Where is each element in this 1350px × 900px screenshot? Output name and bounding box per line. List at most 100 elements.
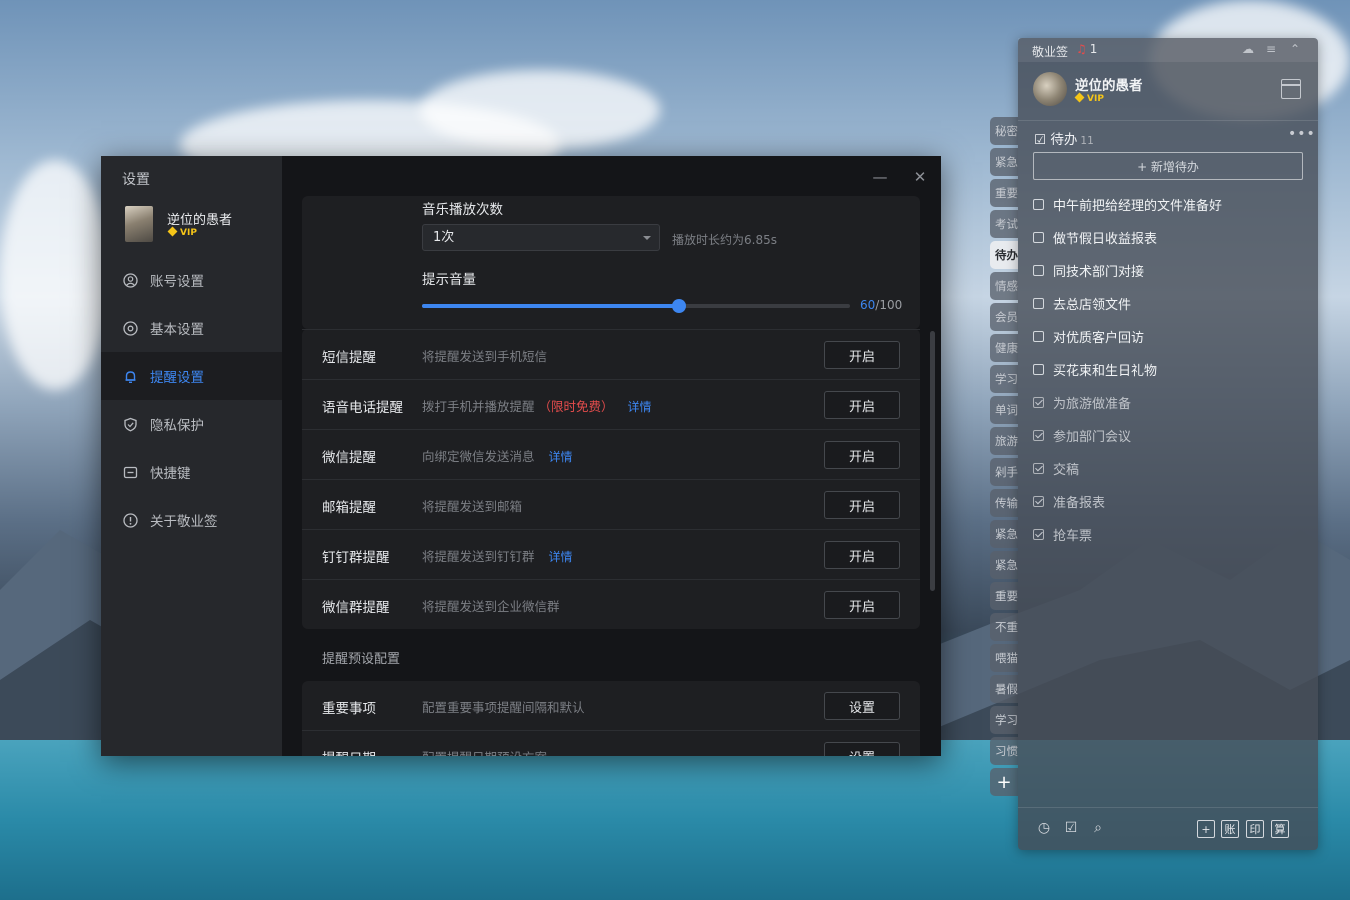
bell-icon	[123, 369, 138, 384]
category-tab[interactable]: 紧急	[990, 520, 1018, 548]
bell-icon: ♫	[1076, 42, 1087, 56]
nav-label: 隐私保护	[150, 418, 204, 434]
row-title: 邮箱提醒	[322, 500, 376, 516]
detail-link[interactable]: 详情	[628, 400, 652, 414]
row-title: 微信提醒	[322, 450, 376, 466]
checkbox[interactable]	[1033, 364, 1044, 375]
todo-item[interactable]: 中午前把给经理的文件准备好	[1033, 188, 1313, 221]
category-tab[interactable]: 学习	[990, 706, 1018, 734]
todo-text: 同技术部门对接	[1053, 265, 1145, 280]
keyboard-icon	[123, 465, 138, 480]
volume-slider[interactable]	[422, 299, 850, 313]
category-tab[interactable]: 会员	[990, 303, 1018, 331]
calendar-icon[interactable]	[1281, 79, 1301, 99]
play-count-select[interactable]: 1次	[422, 224, 660, 251]
todo-item[interactable]: 去总店领文件	[1033, 287, 1313, 320]
todo-item[interactable]: 准备报表	[1033, 485, 1313, 518]
nav-item-reminder[interactable]: 提醒设置	[101, 352, 282, 400]
notification-indicator[interactable]: ♫ 1	[1076, 42, 1097, 56]
scrollbar[interactable]	[930, 331, 935, 591]
print-button[interactable]: 印	[1246, 820, 1264, 838]
enable-email-button[interactable]: 开启	[824, 491, 900, 519]
calculator-button[interactable]: 算	[1271, 820, 1289, 838]
nav-item-shortcuts[interactable]: 快捷键	[101, 448, 282, 496]
checkbox[interactable]	[1033, 199, 1044, 210]
widget-title-bar: 敬业签 ♫ 1 ☁ ≡ ⌃	[1018, 38, 1318, 62]
add-todo-button[interactable]: + 新增待办	[1033, 152, 1303, 180]
collapse-icon[interactable]: ⌃	[1290, 42, 1300, 56]
ledger-button[interactable]: 账	[1221, 820, 1239, 838]
category-tab[interactable]: 健康	[990, 334, 1018, 362]
avatar	[125, 206, 153, 242]
gear-icon	[123, 320, 138, 336]
category-tab[interactable]: 紧急	[990, 148, 1018, 176]
todo-item[interactable]: 同技术部门对接	[1033, 254, 1313, 287]
avatar[interactable]	[1033, 72, 1067, 106]
category-tab[interactable]: 重要	[990, 179, 1018, 207]
checkbox[interactable]	[1033, 232, 1044, 243]
checkbox[interactable]	[1033, 298, 1044, 309]
minimize-button[interactable]: —	[869, 166, 891, 188]
category-tab[interactable]: 暑假	[990, 675, 1018, 703]
calendar-check-icon[interactable]: ☑	[1063, 820, 1079, 836]
reminder-list: 短信提醒 将提醒发送到手机短信 开启 语音电话提醒 拨打手机并播放提醒 （限时免费…	[302, 329, 920, 629]
reminder-row-wechat-group: 微信群提醒 将提醒发送到企业微信群 开启	[302, 579, 920, 629]
category-tab[interactable]: 剁手	[990, 458, 1018, 486]
cloud-sync-icon[interactable]: ☁	[1242, 42, 1254, 56]
category-tab[interactable]: 考试	[990, 210, 1018, 238]
todo-item[interactable]: 为旅游做准备	[1033, 386, 1313, 419]
enable-wechat-button[interactable]: 开启	[824, 441, 900, 469]
category-tab[interactable]: 待办	[990, 241, 1018, 269]
category-tab[interactable]: 单词	[990, 396, 1018, 424]
volume-label: 提示音量	[422, 272, 476, 288]
user-profile[interactable]: 逆位的愚者 VIP	[125, 206, 275, 244]
username: 逆位的愚者	[1075, 78, 1143, 94]
category-tab[interactable]: 秘密	[990, 117, 1018, 145]
nav-item-privacy[interactable]: 隐私保护	[101, 400, 282, 448]
category-tab[interactable]: 旅游	[990, 427, 1018, 455]
checkbox[interactable]	[1033, 463, 1044, 474]
checkbox[interactable]	[1033, 331, 1044, 342]
enable-dingtalk-button[interactable]: 开启	[824, 541, 900, 569]
category-tab[interactable]: 习惯	[990, 737, 1018, 765]
category-tab[interactable]: 传输	[990, 489, 1018, 517]
nav-item-account[interactable]: 账号设置	[101, 256, 282, 304]
category-tab[interactable]: 紧急	[990, 551, 1018, 579]
todo-item[interactable]: 买花束和生日礼物	[1033, 353, 1313, 386]
category-tab[interactable]: 不重	[990, 613, 1018, 641]
add-category-button[interactable]: +	[990, 768, 1018, 796]
checkbox[interactable]	[1033, 397, 1044, 408]
checkbox[interactable]	[1033, 529, 1044, 540]
category-tab[interactable]: 学习	[990, 365, 1018, 393]
todo-item[interactable]: 做节假日收益报表	[1033, 221, 1313, 254]
clock-icon[interactable]: ◷	[1036, 820, 1052, 836]
detail-link[interactable]: 详情	[549, 550, 573, 564]
enable-wechat-group-button[interactable]: 开启	[824, 591, 900, 619]
category-tab[interactable]: 喂猫	[990, 644, 1018, 672]
close-button[interactable]: ✕	[909, 166, 931, 188]
add-button[interactable]: +	[1197, 820, 1215, 838]
todo-text: 准备报表	[1053, 496, 1106, 511]
preset-important-button[interactable]: 设置	[824, 692, 900, 720]
checkbox[interactable]	[1033, 496, 1044, 507]
nav-item-about[interactable]: 关于敬业签	[101, 496, 282, 544]
todo-item[interactable]: 交稿	[1033, 452, 1313, 485]
more-options-icon[interactable]: •••	[1288, 126, 1316, 142]
preset-date-button[interactable]: 设置	[824, 742, 900, 756]
enable-voice-button[interactable]: 开启	[824, 391, 900, 419]
menu-icon[interactable]: ≡	[1266, 42, 1276, 56]
category-tab[interactable]: 重要	[990, 582, 1018, 610]
row-desc: 将提醒发送到手机短信	[422, 349, 548, 364]
checkbox[interactable]	[1033, 430, 1044, 441]
search-icon[interactable]: ⌕	[1090, 820, 1106, 836]
checkbox[interactable]	[1033, 265, 1044, 276]
volume-slider-thumb[interactable]	[671, 299, 686, 313]
detail-link[interactable]: 详情	[549, 450, 573, 464]
todo-text: 交稿	[1053, 463, 1080, 478]
todo-item[interactable]: 参加部门会议	[1033, 419, 1313, 452]
enable-sms-button[interactable]: 开启	[824, 341, 900, 369]
todo-item[interactable]: 抢车票	[1033, 518, 1313, 551]
nav-item-basic[interactable]: 基本设置	[101, 304, 282, 352]
category-tab[interactable]: 情感	[990, 272, 1018, 300]
todo-item[interactable]: 对优质客户回访	[1033, 320, 1313, 353]
